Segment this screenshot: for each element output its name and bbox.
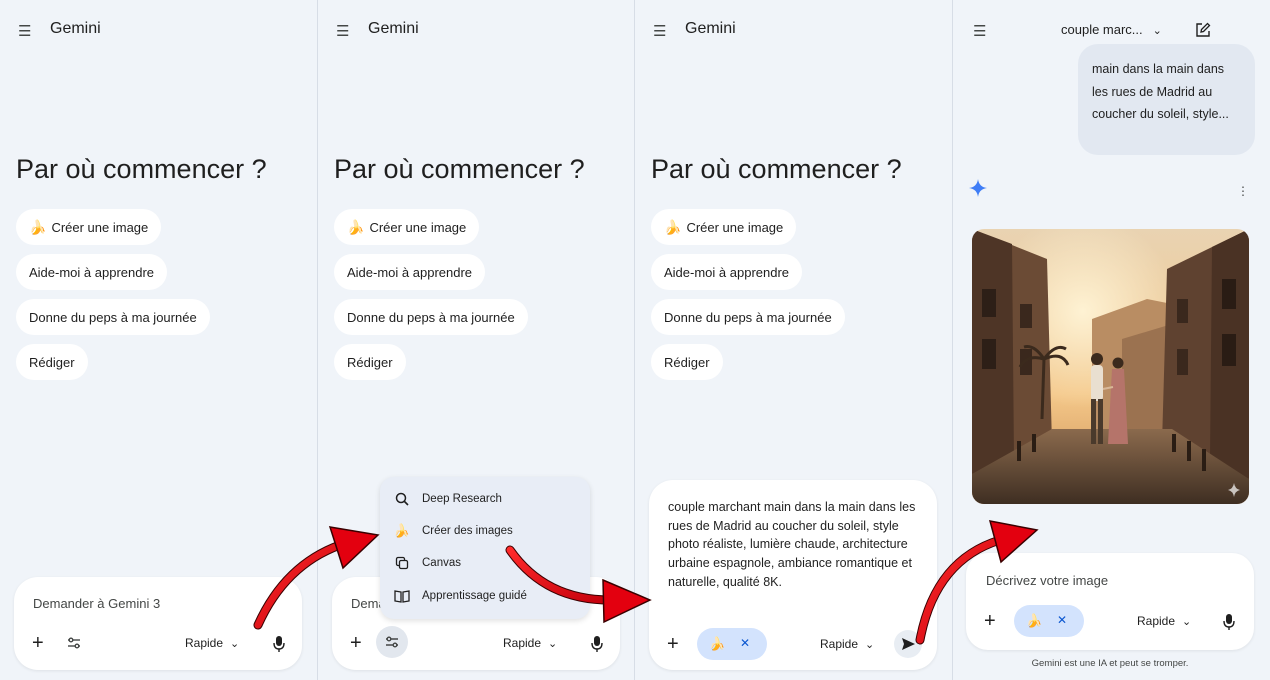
create-images-tool-pill[interactable]: 🍌 ✕ — [1014, 605, 1084, 637]
hamburger-icon[interactable]: ☰ — [18, 22, 31, 40]
hamburger-icon[interactable]: ☰ — [653, 22, 666, 40]
chip-write[interactable]: Rédiger — [16, 344, 88, 380]
model-selector[interactable]: Rapide ⌄ — [503, 636, 557, 650]
mic-icon[interactable] — [590, 635, 604, 653]
prompt-text[interactable]: couple marchant main dans la main dans l… — [668, 498, 918, 592]
close-icon[interactable]: ✕ — [1057, 613, 1067, 627]
tools-sliders-icon[interactable] — [376, 626, 408, 658]
banana-icon: 🍌 — [664, 218, 682, 235]
prompt-input-box[interactable]: couple marchant main dans la main dans l… — [649, 480, 937, 670]
tools-sliders-icon[interactable] — [66, 635, 82, 651]
banana-icon: 🍌 — [347, 218, 365, 235]
mic-icon[interactable] — [1222, 613, 1236, 631]
disclaimer: Gemini est une IA et peut se tromper. — [1031, 658, 1189, 669]
chip-boost-day[interactable]: Donne du peps à ma journée — [334, 299, 528, 335]
more-options-icon[interactable]: ⋮ — [1237, 184, 1249, 198]
menu-item-canvas[interactable]: Canvas — [394, 553, 461, 573]
send-button[interactable] — [894, 630, 922, 658]
hamburger-icon[interactable]: ☰ — [336, 22, 349, 40]
chevron-down-icon: ⌄ — [548, 638, 558, 650]
new-chat-icon[interactable] — [1195, 22, 1211, 38]
app-title: Gemini — [368, 20, 419, 37]
conversation-title[interactable]: couple marc... ⌄ — [1061, 22, 1162, 37]
welcome-heading: Par où commencer ? — [16, 154, 267, 184]
chip-help-learn[interactable]: Aide-moi à apprendre — [651, 254, 803, 290]
banana-icon: 🍌 — [29, 218, 47, 235]
banana-icon: 🍌 — [1026, 613, 1043, 628]
welcome-heading: Par où commencer ? — [334, 154, 585, 184]
user-message-bubble: main dans la main dans les rues de Madri… — [1078, 44, 1255, 155]
chip-help-learn[interactable]: Aide-moi à apprendre — [334, 254, 486, 290]
menu-item-guided-learning[interactable]: Apprentissage guidé — [394, 586, 527, 606]
model-selector[interactable]: Rapide ⌄ — [1137, 614, 1191, 628]
plus-icon[interactable]: + — [667, 633, 679, 656]
chevron-down-icon: ⌄ — [865, 639, 875, 651]
image-prompt-input-box[interactable]: Décrivez votre image + 🍌 ✕ Rapide ⌄ — [966, 553, 1254, 650]
plus-icon[interactable]: + — [350, 632, 362, 655]
welcome-heading: Par où commencer ? — [651, 154, 902, 184]
close-icon[interactable]: ✕ — [740, 636, 750, 650]
chip-boost-day[interactable]: Donne du peps à ma journée — [16, 299, 210, 335]
banana-icon: 🍌 — [393, 523, 411, 538]
banana-icon: 🍌 — [709, 636, 726, 651]
chevron-down-icon: ⌄ — [1182, 616, 1192, 628]
chevron-down-icon: ⌄ — [230, 638, 240, 650]
panel-1: ☰ Gemini Par où commencer ? 🍌 Créer une i… — [0, 0, 317, 680]
plus-icon[interactable]: + — [32, 632, 44, 655]
mic-icon[interactable] — [272, 635, 286, 653]
app-title: Gemini — [685, 20, 736, 37]
prompt-input-placeholder[interactable]: Décrivez votre image — [986, 573, 1108, 588]
chip-create-image[interactable]: 🍌 Créer une image — [334, 209, 480, 245]
gemini-spark-icon — [969, 179, 987, 197]
chip-help-learn[interactable]: Aide-moi à apprendre — [16, 254, 168, 290]
model-selector[interactable]: Rapide ⌄ — [185, 636, 239, 650]
deep-research-icon — [394, 491, 410, 507]
model-selector[interactable]: Rapide ⌄ — [820, 637, 874, 651]
book-icon — [394, 588, 410, 604]
chip-create-image[interactable]: 🍌 Créer une image — [16, 209, 162, 245]
plus-icon[interactable]: + — [984, 610, 996, 633]
generated-image-illustration — [972, 229, 1249, 504]
menu-item-create-images[interactable]: 🍌 Créer des images — [394, 521, 513, 541]
chevron-down-icon: ⌄ — [1152, 25, 1162, 37]
prompt-input-placeholder[interactable]: Demander à Gemini 3 — [33, 596, 160, 611]
send-icon — [902, 638, 915, 650]
canvas-icon — [394, 555, 410, 571]
chip-write[interactable]: Rédiger — [651, 344, 723, 380]
hamburger-icon[interactable]: ☰ — [973, 22, 986, 40]
chip-create-image[interactable]: 🍌 Créer une image — [651, 209, 797, 245]
create-images-tool-pill[interactable]: 🍌 ✕ — [697, 628, 767, 660]
generated-image[interactable] — [972, 229, 1249, 504]
chip-boost-day[interactable]: Donne du peps à ma journée — [651, 299, 845, 335]
menu-item-deep-research[interactable]: Deep Research — [394, 489, 502, 509]
chip-write[interactable]: Rédiger — [334, 344, 406, 380]
prompt-input-box[interactable]: Demander à Gemini 3 + Rapide ⌄ — [14, 577, 302, 670]
app-title: Gemini — [50, 20, 101, 37]
